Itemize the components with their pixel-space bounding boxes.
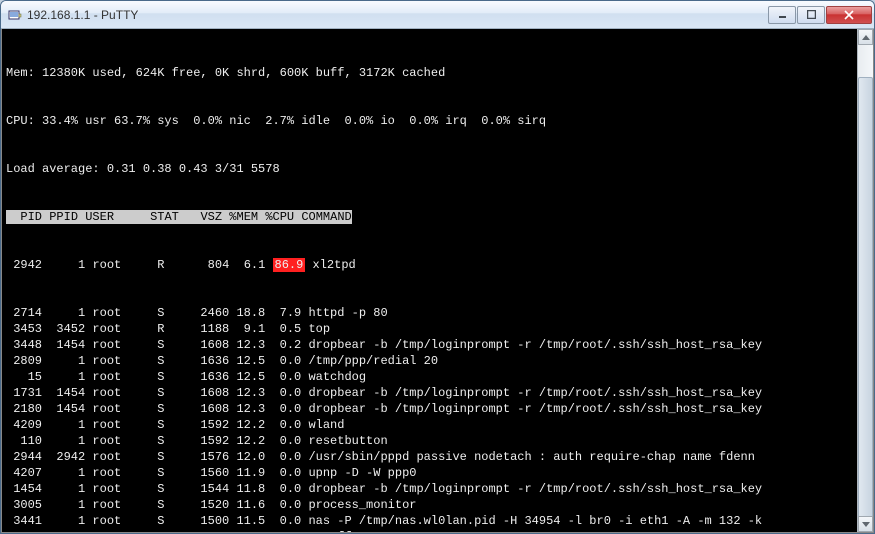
mem-line: Mem: 12380K used, 624K free, 0K shrd, 60… [6,65,869,81]
putty-icon [7,7,23,23]
process-row: 110 1 root S 1592 12.2 0.0 resetbutton [6,433,869,449]
process-row: 1731 1454 root S 1608 12.3 0.0 dropbear … [6,385,869,401]
titlebar[interactable]: 192.168.1.1 - PuTTY [1,1,874,29]
process-row: 4207 1 root S 1560 11.9 0.0 upnp -D -W p… [6,465,869,481]
process-row: 2809 1 root S 1636 12.5 0.0 /tmp/ppp/red… [6,353,869,369]
process-row: 4209 1 root S 1592 12.2 0.0 wland [6,417,869,433]
scroll-up-button[interactable] [858,29,873,45]
scroll-down-button[interactable] [858,516,873,532]
scrollbar[interactable] [857,29,873,532]
window-controls [768,6,872,24]
process-row: 3453 3452 root R 1188 9.1 0.5 top [6,321,869,337]
scroll-track[interactable] [858,45,873,516]
process-row: 3441 1 root S 1500 11.5 0.0 nas -P /tmp/… [6,513,869,529]
process-row: 2714 1 root S 2460 18.8 7.9 httpd -p 80 [6,305,869,321]
process-table: 2714 1 root S 2460 18.8 7.9 httpd -p 80 … [6,305,869,533]
highlighted-process-row: 2942 1 root R 804 6.1 86.9 xl2tpd [6,257,869,273]
process-row: 1454 1 root S 1544 11.8 0.0 dropbear -b … [6,481,869,497]
close-button[interactable] [826,6,872,24]
process-header: PID PPID USER STAT VSZ %MEM %CPU COMMAND [6,209,869,225]
cpu-line: CPU: 33.4% usr 63.7% sys 0.0% nic 2.7% i… [6,113,869,129]
maximize-button[interactable] [797,6,825,24]
load-line: Load average: 0.31 0.38 0.43 3/31 5578 [6,161,869,177]
process-row: 3448 1454 root S 1608 12.3 0.2 dropbear … [6,337,869,353]
minimize-button[interactable] [768,6,796,24]
process-row: 2696 1 root S 1484 11.3 0.0 ttraff [6,529,869,533]
process-row: 2180 1454 root S 1608 12.3 0.0 dropbear … [6,401,869,417]
window-title: 192.168.1.1 - PuTTY [27,8,768,22]
process-row: 3005 1 root S 1520 11.6 0.0 process_moni… [6,497,869,513]
process-row: 15 1 root S 1636 12.5 0.0 watchdog [6,369,869,385]
terminal[interactable]: Mem: 12380K used, 624K free, 0K shrd, 60… [1,29,874,533]
putty-window: 192.168.1.1 - PuTTY Mem: 12380K used, 62… [0,0,875,534]
scroll-thumb[interactable] [858,77,873,533]
process-row: 2944 2942 root S 1576 12.0 0.0 /usr/sbin… [6,449,869,465]
cpu-highlight: 86.9 [273,258,306,272]
